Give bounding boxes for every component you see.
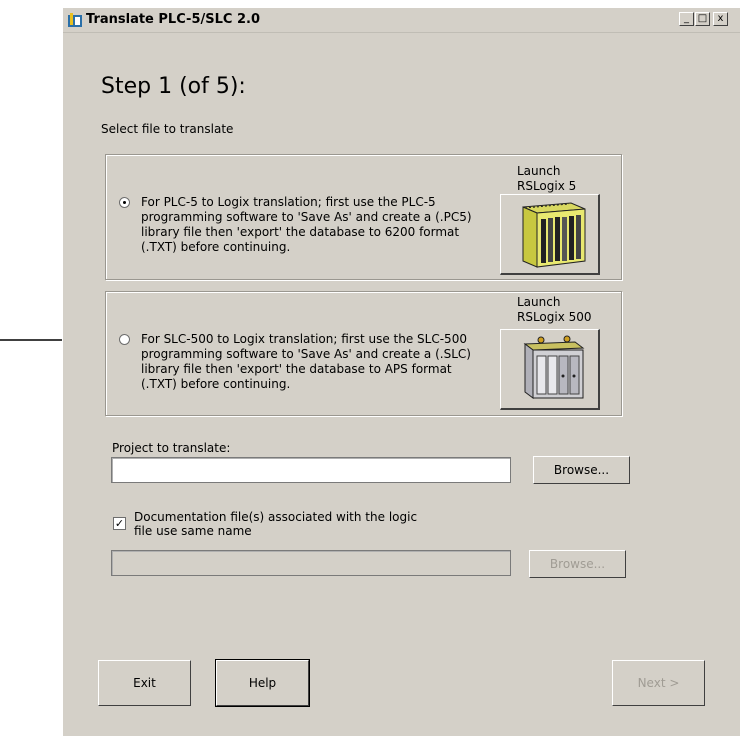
project-browse-button[interactable]: Browse... <box>533 456 630 484</box>
documentation-label-line: file use same name <box>134 524 252 538</box>
maximize-button[interactable]: □ <box>695 12 710 26</box>
documentation-path-input[interactable] <box>111 550 511 576</box>
launch-label-line: Launch <box>517 295 561 309</box>
next-button[interactable]: Next > <box>612 660 705 706</box>
documentation-browse-button[interactable]: Browse... <box>529 550 626 578</box>
plc5-chassis-icon <box>522 202 586 268</box>
step-subtitle: Select file to translate <box>101 122 234 136</box>
project-path-input[interactable] <box>111 457 511 483</box>
documentation-checkbox[interactable]: ✓ <box>113 517 126 530</box>
translate-window: Translate PLC-5/SLC 2.0 _ □ x Step 1 (of… <box>62 8 740 736</box>
slc500-desc-line: programming software to 'Save As' and cr… <box>141 347 471 361</box>
slc500-option-description: For SLC-500 to Logix translation; first … <box>141 332 481 392</box>
plc5-desc-line: (.TXT) before continuing. <box>141 240 291 254</box>
project-label: Project to translate: <box>112 441 231 455</box>
launch-rslogix5-button[interactable] <box>500 194 600 275</box>
documentation-label: Documentation file(s) associated with th… <box>134 510 417 538</box>
slc500-desc-line: library file then 'export' the database … <box>141 362 452 376</box>
plc5-radio[interactable] <box>119 197 130 208</box>
launch-rslogix500-label: Launch RSLogix 500 <box>517 295 592 325</box>
launch-rslogix5-label: Launch RSLogix 5 <box>517 164 576 194</box>
title-bar: Translate PLC-5/SLC 2.0 _ □ x <box>63 8 740 33</box>
window-title: Translate PLC-5/SLC 2.0 <box>86 12 260 27</box>
plc5-desc-line: For PLC-5 to Logix translation; first us… <box>141 195 436 209</box>
slc500-radio[interactable] <box>119 334 130 345</box>
slc500-desc-line: (.TXT) before continuing. <box>141 377 291 391</box>
slc500-desc-line: For SLC-500 to Logix translation; first … <box>141 332 467 346</box>
app-icon <box>68 13 82 27</box>
minimize-button[interactable]: _ <box>679 12 694 26</box>
launch-label-line: Launch <box>517 164 561 178</box>
step-title: Step 1 (of 5): <box>101 74 246 99</box>
launch-label-line: RSLogix 500 <box>517 310 592 324</box>
documentation-label-line: Documentation file(s) associated with th… <box>134 510 418 524</box>
close-button[interactable]: x <box>713 12 728 26</box>
plc5-desc-line: programming software to 'Save As' and cr… <box>141 210 472 224</box>
plc5-desc-line: library file then 'export' the database … <box>141 225 460 239</box>
launch-label-line: RSLogix 5 <box>517 179 577 193</box>
plc5-option-description: For PLC-5 to Logix translation; first us… <box>141 195 481 255</box>
slc500-chassis-icon <box>523 335 585 399</box>
radio-selected-dot <box>123 201 126 204</box>
exit-button[interactable]: Exit <box>98 660 191 706</box>
help-button[interactable]: Help <box>215 659 310 707</box>
launch-rslogix500-button[interactable] <box>500 329 600 410</box>
